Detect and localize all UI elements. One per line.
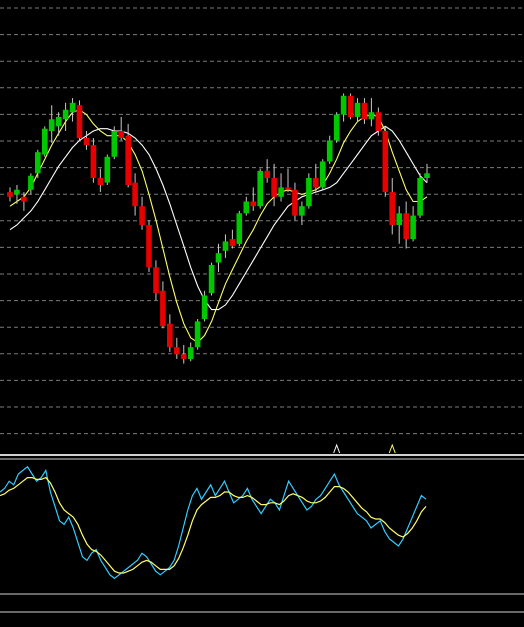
candle-body: [132, 182, 138, 207]
candle-body: [347, 95, 354, 117]
signal-markers: [333, 443, 396, 454]
candle-body: [187, 347, 194, 359]
candle-body: [333, 114, 340, 141]
candle-body: [243, 201, 250, 214]
candle-body: [167, 323, 173, 348]
candle-body: [90, 145, 97, 178]
candle-body: [160, 290, 166, 327]
candle-body: [368, 112, 375, 120]
candle-body: [174, 347, 180, 355]
candle-body: [396, 213, 402, 226]
candle-body: [264, 170, 270, 178]
candle-body: [354, 102, 361, 117]
candle-body: [62, 109, 69, 120]
candle-body: [194, 321, 201, 348]
candle-body: [229, 239, 236, 247]
candle-body: [236, 213, 243, 244]
candle-body: [257, 170, 263, 207]
signal-marker: [388, 443, 396, 454]
signal-marker: [333, 443, 341, 454]
candle-body: [42, 128, 48, 155]
candle-body: [299, 206, 305, 216]
price-grid: [0, 7, 524, 435]
candle-body: [201, 295, 208, 319]
candle-body: [21, 196, 27, 202]
candle-body: [389, 192, 395, 225]
candle-body: [55, 116, 62, 127]
candle-body: [313, 178, 319, 188]
candle-body: [97, 178, 104, 185]
panel-separators: [0, 454, 524, 613]
candle-body: [125, 135, 131, 185]
candle-body: [250, 201, 256, 207]
candle-body: [180, 354, 187, 359]
candle-body: [222, 241, 229, 251]
candle-body: [76, 105, 83, 139]
candle-body: [403, 213, 409, 240]
candle-body: [139, 206, 145, 225]
candle-body: [35, 152, 41, 174]
oscillator-lines: [0, 465, 427, 580]
candle-body: [417, 178, 423, 216]
stock-chart: [0, 7, 524, 613]
candle-body: [306, 178, 312, 207]
candle-body: [146, 225, 152, 268]
candle-body: [7, 192, 13, 197]
candle-body: [118, 131, 124, 138]
candle-body: [326, 140, 333, 162]
candle-body: [215, 253, 222, 263]
candle-body: [271, 178, 277, 197]
candle-body: [278, 187, 284, 197]
candle-body: [83, 138, 90, 146]
candle-body: [285, 187, 291, 190]
candle-body: [375, 112, 382, 131]
candle-body: [104, 156, 111, 183]
moving-averages: [9, 109, 428, 344]
candle-body: [424, 173, 430, 178]
oscillator-fast-line: [0, 465, 427, 580]
candle-body: [111, 131, 118, 157]
candle-body: [208, 264, 215, 294]
candlesticks: [7, 93, 430, 364]
candle-body: [14, 189, 20, 195]
candle-body: [410, 215, 416, 240]
ma-slow-line: [9, 125, 428, 311]
candle-body: [48, 119, 55, 132]
candle-body: [292, 189, 298, 216]
candle-body: [153, 267, 159, 294]
candle-body: [340, 95, 347, 115]
candle-body: [28, 175, 34, 190]
oscillator-signal-line: [0, 476, 427, 574]
candle-body: [361, 102, 368, 120]
chart-canvas: [0, 0, 524, 627]
candle-body: [382, 131, 389, 193]
candle-body: [69, 102, 76, 113]
candle-body: [319, 161, 326, 188]
